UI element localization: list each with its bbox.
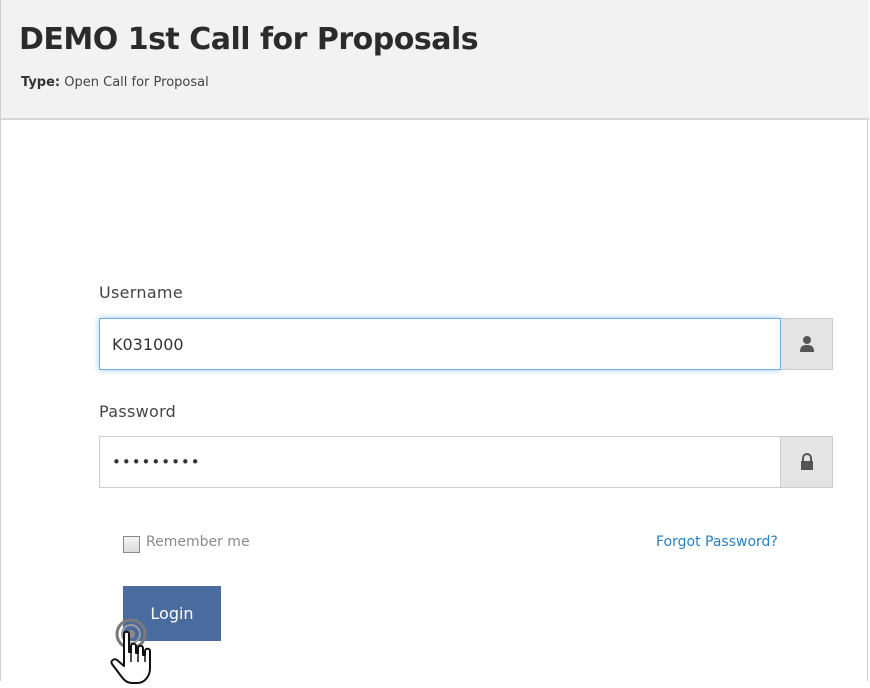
page-header: DEMO 1st Call for Proposals Type: Open C… bbox=[1, 0, 869, 120]
lock-icon bbox=[800, 453, 813, 470]
forgot-password-link[interactable]: Forgot Password? bbox=[656, 534, 778, 550]
hand-pointer-icon bbox=[110, 630, 151, 684]
username-addon bbox=[781, 318, 833, 370]
remember-me-label: Remember me bbox=[146, 533, 250, 550]
call-type: Type: Open Call for Proposal bbox=[21, 75, 209, 90]
page-title: DEMO 1st Call for Proposals bbox=[19, 22, 479, 57]
password-input[interactable] bbox=[99, 436, 781, 488]
username-label: Username bbox=[99, 283, 183, 302]
user-icon bbox=[799, 336, 814, 352]
remember-me[interactable]: Remember me bbox=[123, 530, 250, 553]
password-group bbox=[99, 436, 833, 488]
page-frame: DEMO 1st Call for Proposals Type: Open C… bbox=[0, 0, 869, 684]
username-input[interactable] bbox=[99, 318, 781, 370]
call-type-value: Open Call for Proposal bbox=[64, 75, 209, 90]
username-group bbox=[99, 318, 833, 370]
password-label: Password bbox=[99, 402, 177, 421]
password-addon bbox=[781, 436, 833, 488]
login-button-label: Login bbox=[150, 604, 194, 623]
remember-me-checkbox[interactable] bbox=[123, 536, 140, 553]
call-type-label: Type: bbox=[21, 75, 61, 90]
